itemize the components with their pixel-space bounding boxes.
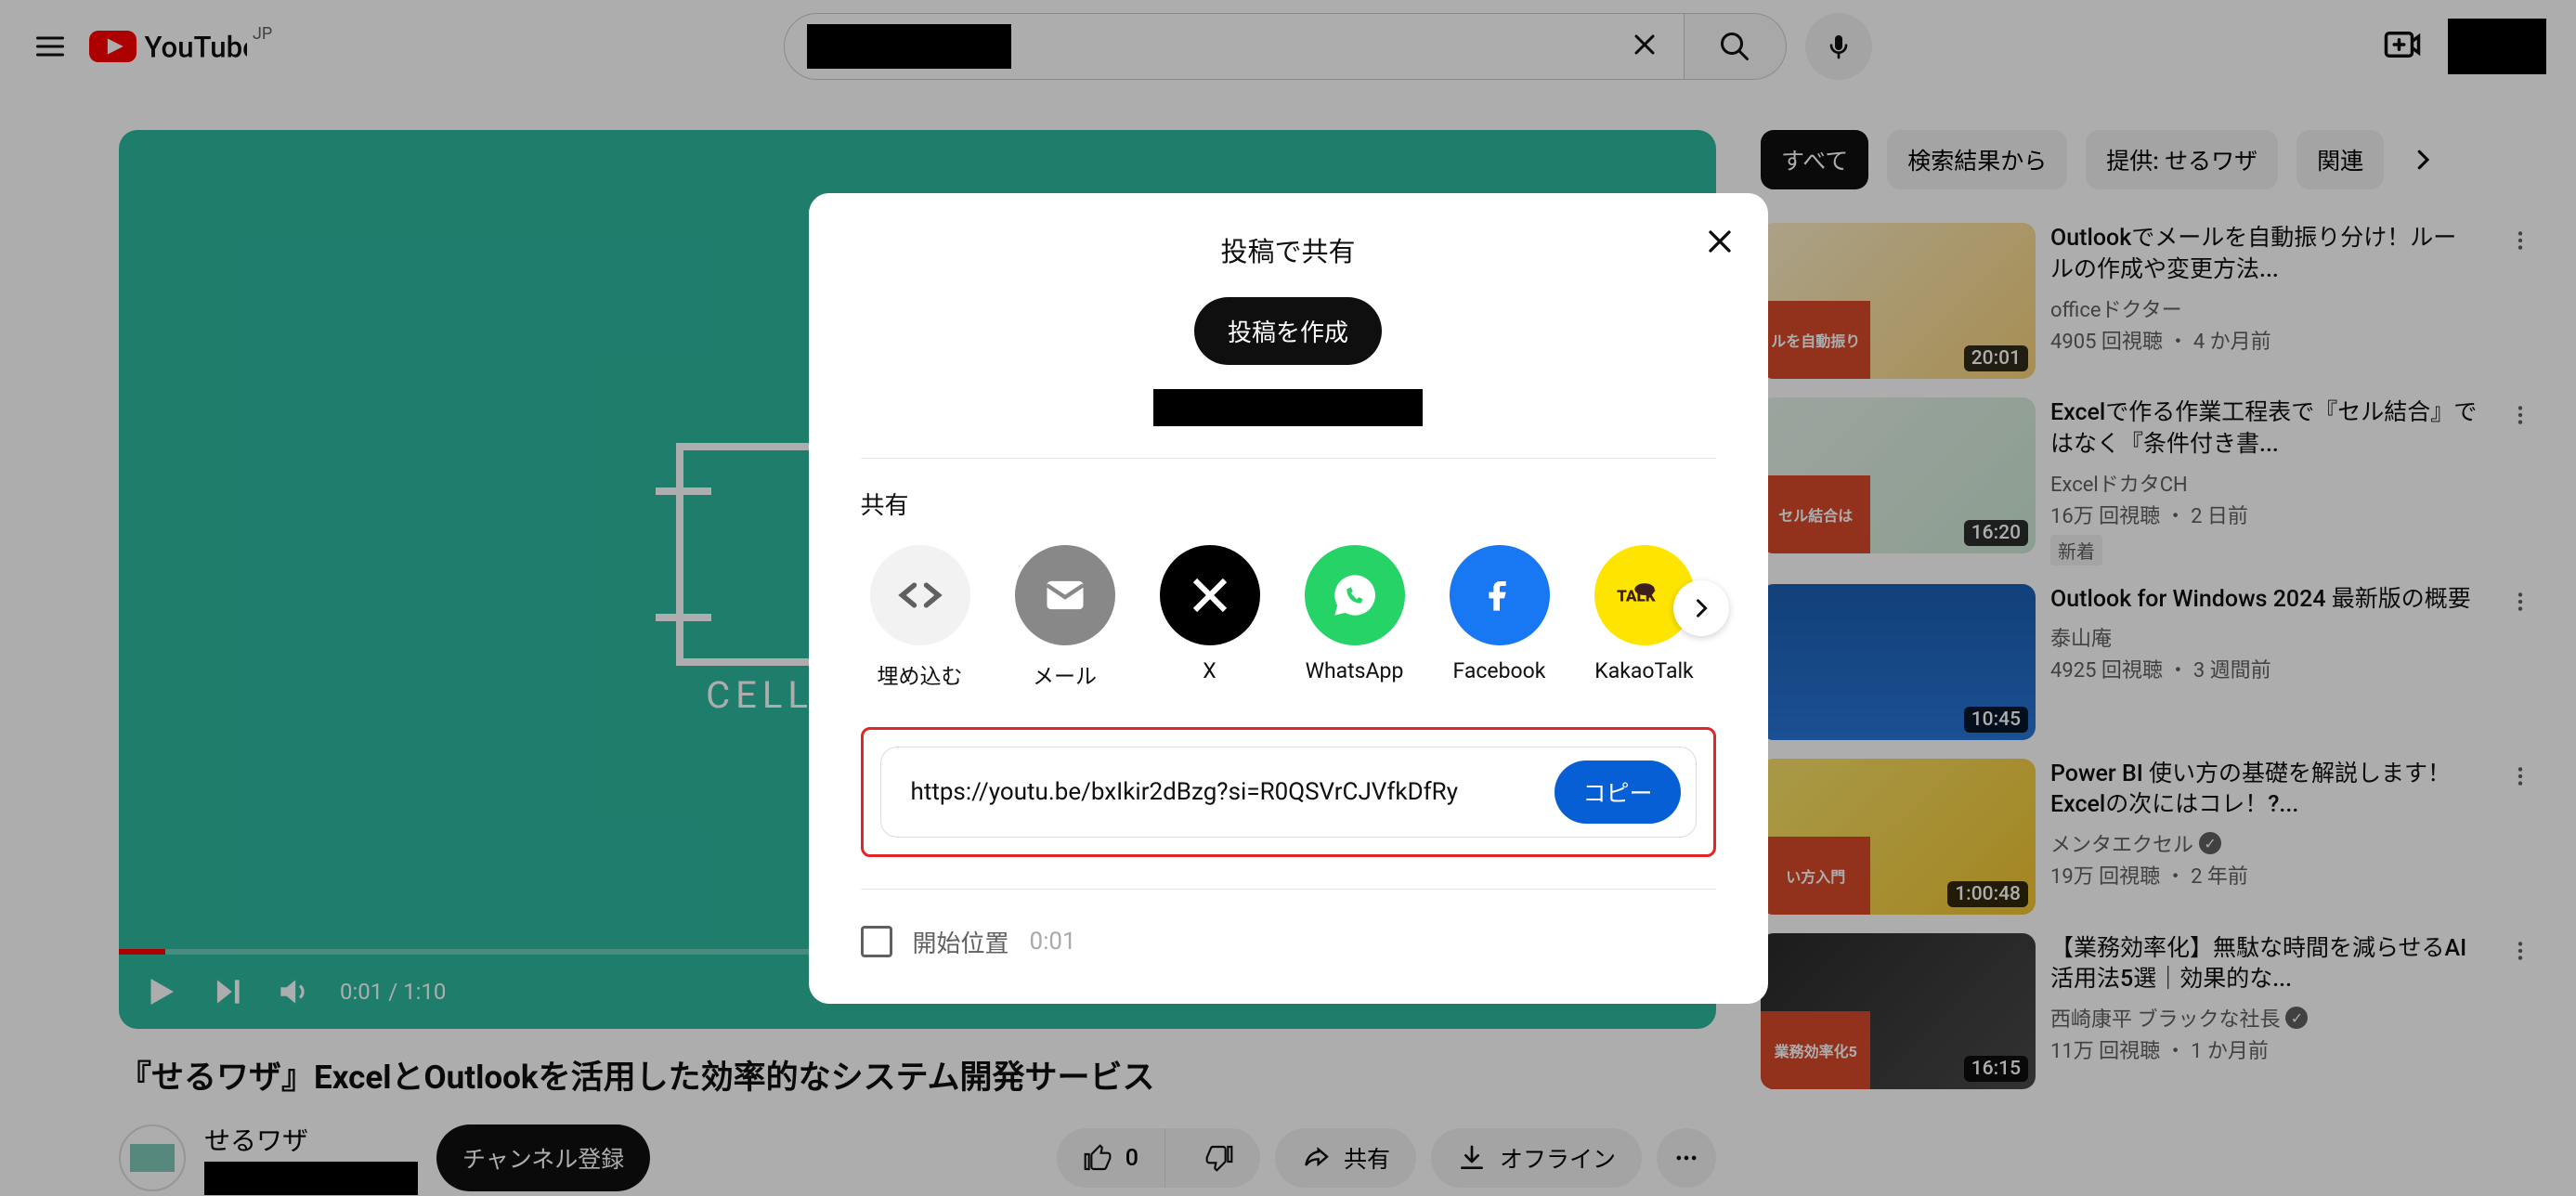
chevron-right-icon [1688, 595, 1714, 621]
share-target-label: WhatsApp [1306, 658, 1404, 683]
share-target-embed[interactable]: 埋め込む [861, 545, 980, 690]
divider [861, 458, 1716, 459]
start-at-checkbox[interactable] [861, 926, 892, 957]
share-target-facebook[interactable]: Facebook [1440, 545, 1559, 683]
x-icon [1160, 545, 1260, 645]
share-target-label: Facebook [1453, 658, 1546, 683]
share-targets-row: 埋め込むメールXWhatsAppFacebookTALKKakaoTalk [861, 545, 1716, 690]
share-target-mail[interactable]: メール [1006, 545, 1125, 690]
share-target-x[interactable]: X [1151, 545, 1269, 683]
share-target-label: メール [1033, 658, 1097, 690]
copy-button[interactable]: コピー [1555, 760, 1680, 824]
modal-redacted-text [1153, 389, 1423, 426]
start-at-row: 開始位置 0:01 [861, 925, 1716, 959]
close-icon [1701, 223, 1738, 260]
modal-title: 投稿で共有 [861, 230, 1716, 269]
share-modal: 投稿で共有 投稿を作成 共有 埋め込むメールXWhatsAppFacebookT… [809, 193, 1768, 1004]
share-url-text[interactable]: https://youtu.be/bxIkir2dBzg?si=R0QSVrCJ… [911, 778, 1537, 806]
embed-icon [870, 545, 970, 645]
create-post-button[interactable]: 投稿を作成 [1194, 297, 1382, 365]
whatsapp-icon [1305, 545, 1405, 645]
share-section-label: 共有 [861, 487, 1716, 521]
share-target-label: KakaoTalk [1594, 658, 1693, 683]
share-targets-next-button[interactable] [1673, 580, 1729, 636]
start-at-label: 開始位置 [913, 925, 1009, 959]
start-at-time[interactable]: 0:01 [1030, 928, 1076, 956]
divider [861, 889, 1716, 890]
share-target-label: X [1203, 658, 1216, 683]
share-url-highlight: https://youtu.be/bxIkir2dBzg?si=R0QSVrCJ… [861, 727, 1716, 857]
share-target-whatsapp[interactable]: WhatsApp [1295, 545, 1414, 683]
close-modal-button[interactable] [1701, 223, 1738, 264]
share-target-label: 埋め込む [878, 658, 963, 690]
share-url-box: https://youtu.be/bxIkir2dBzg?si=R0QSVrCJ… [880, 747, 1697, 838]
modal-overlay[interactable]: 投稿で共有 投稿を作成 共有 埋め込むメールXWhatsAppFacebookT… [0, 0, 2576, 1196]
facebook-icon [1450, 545, 1550, 645]
mail-icon [1015, 545, 1115, 645]
